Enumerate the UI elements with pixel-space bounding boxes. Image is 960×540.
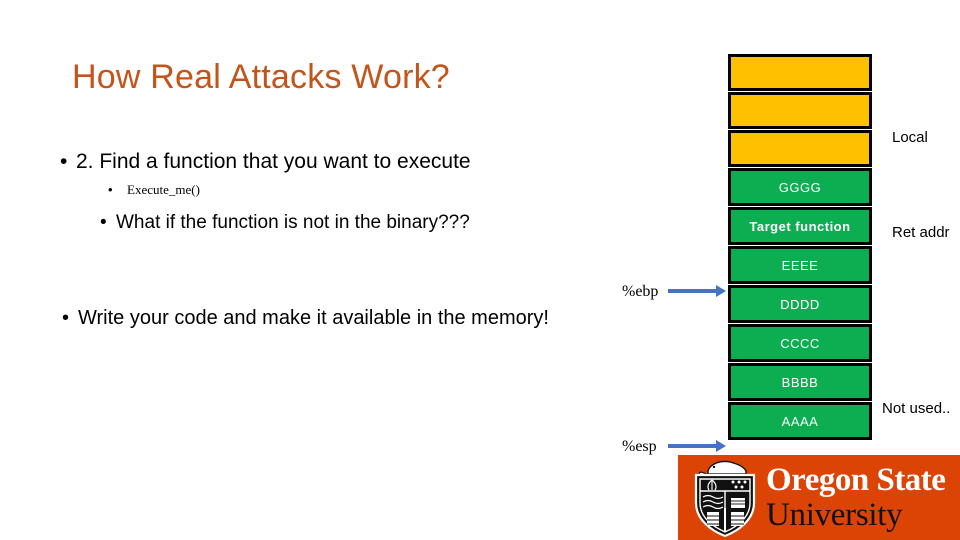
ebp-pointer-arrow-icon	[668, 285, 726, 297]
stack-cell: BBBB	[728, 363, 872, 401]
annotation-local: Local	[892, 129, 928, 146]
bullet-glyph: •	[62, 307, 70, 329]
bullet-glyph: •	[108, 182, 113, 197]
stack-cell-label: CCCC	[780, 335, 820, 351]
esp-register-label: %esp	[622, 438, 657, 455]
osu-crest-icon	[694, 460, 756, 538]
osu-wordmark-line1: Oregon State	[766, 462, 946, 498]
stack-cell	[728, 130, 872, 167]
arrow-shaft	[668, 444, 717, 448]
annotation-ret-addr: Ret addr	[892, 224, 950, 241]
osu-logo-band: Oregon State University	[678, 455, 960, 540]
stack-cell-label: Target function	[749, 218, 851, 234]
stack-cell-label: GGGG	[778, 179, 822, 195]
stack-diagram: GGGG Target function EEEE DDDD CCCC BBBB…	[728, 54, 872, 441]
bullet-glyph: •	[100, 212, 107, 233]
osu-wordmark: Oregon State University	[766, 463, 956, 533]
stack-cell-label: AAAA	[781, 413, 819, 429]
stack-cell-label: EEEE	[781, 257, 819, 273]
stack-cell: EEEE	[728, 246, 872, 284]
annotation-not-used: Not used..	[882, 400, 951, 417]
stack-cell: AAAA	[728, 402, 872, 440]
bullet-execute-me: • Execute_me()	[108, 182, 200, 198]
stack-cell	[728, 54, 872, 91]
page-title: How Real Attacks Work?	[72, 58, 450, 96]
stack-cell-target-function: Target function	[728, 207, 872, 245]
bullet-find-function-label: 2. Find a function that you want to exec…	[76, 150, 471, 173]
bullet-execute-me-label: Execute_me()	[127, 182, 200, 197]
bullet-write-code-label: Write your code and make it available in…	[78, 307, 549, 329]
stack-cell	[728, 92, 872, 129]
osu-wordmark-line2: University	[766, 497, 903, 533]
slide-canvas: How Real Attacks Work? • 2. Find a functi…	[0, 0, 960, 540]
bullet-write-code: • Write your code and make it available i…	[62, 307, 549, 330]
stack-cell-label: DDDD	[780, 296, 820, 312]
arrow-shaft	[668, 289, 717, 293]
esp-pointer-arrow-icon	[668, 440, 726, 452]
bullet-not-in-binary: • What if the function is not in the bina…	[100, 212, 470, 234]
ebp-register-label: %ebp	[622, 283, 659, 300]
bullet-glyph: •	[60, 150, 68, 173]
bullet-find-function: • 2. Find a function that you want to exe…	[60, 150, 471, 174]
arrow-head	[716, 440, 726, 452]
stack-cell: GGGG	[728, 168, 872, 206]
stack-cell: DDDD	[728, 285, 872, 323]
arrow-head	[716, 285, 726, 297]
bullet-not-in-binary-label: What if the function is not in the binar…	[116, 212, 470, 233]
stack-cell: CCCC	[728, 324, 872, 362]
stack-cell-label: BBBB	[781, 374, 819, 390]
